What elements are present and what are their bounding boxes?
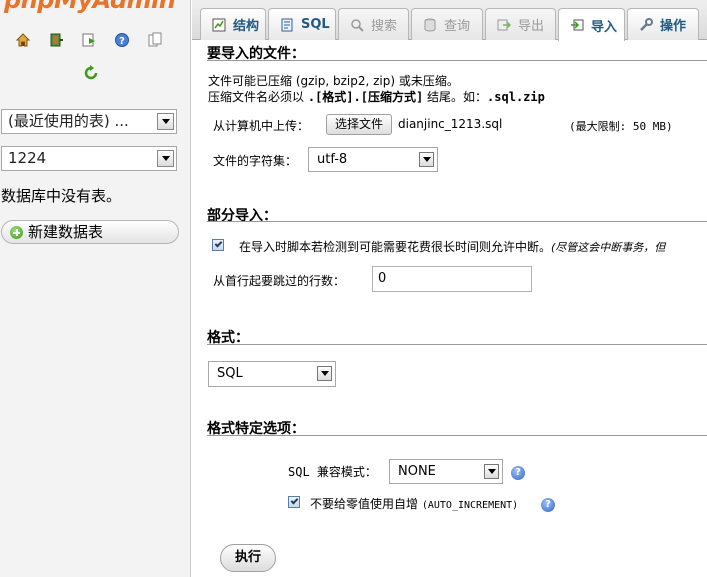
new-table-button[interactable]: 新建数据表 (1, 220, 179, 244)
svg-text:?: ? (119, 36, 125, 47)
skip-rows-label: 从首行起要跳过的行数： (213, 274, 346, 288)
chevron-down-icon (484, 464, 499, 479)
tab-sql[interactable]: SQL (268, 8, 336, 40)
tab-label: 查询 (444, 19, 471, 34)
no-auto-increment-checkbox[interactable] (288, 496, 300, 508)
no-auto-increment-text: 不要给零值使用自增 (310, 497, 419, 511)
tab-label: 导出 (518, 19, 545, 34)
phpmyadmin-logo[interactable]: phpMyAdmin (4, 0, 176, 14)
tab-bar: 结构 SQL 搜索 查询 导出 导入 操作 (192, 0, 707, 41)
no-auto-increment-label: 不要给零值使用自增 (AUTO_INCREMENT) (310, 495, 518, 512)
section-divider (207, 435, 707, 436)
format-select[interactable]: SQL (208, 361, 336, 387)
compression-info: 文件可能已压缩 (gzip, bzip2, zip) 或未压缩。 (208, 74, 459, 88)
section-divider (207, 221, 707, 222)
main-panel: 结构 SQL 搜索 查询 导出 导入 操作 要导入的文件： 文件可能已压缩 (g… (192, 0, 707, 577)
logo-main: MyAdmin (53, 0, 176, 14)
allow-interrupt-text: 在导入时脚本若检测到可能需要花费很长时间则允许中断。 (239, 240, 552, 254)
documentation-icon[interactable] (146, 31, 164, 49)
docs-icon[interactable]: ? (113, 31, 131, 49)
tab-search[interactable]: 搜索 (338, 8, 409, 40)
sql-compat-label: SQL 兼容模式： (288, 463, 377, 480)
tab-label: 操作 (660, 19, 687, 34)
skip-rows-input[interactable]: 0 (372, 266, 532, 292)
tab-structure[interactable]: 结构 (200, 8, 266, 40)
sql-compat-select-value: NONE (398, 464, 436, 479)
plus-icon (10, 226, 23, 239)
section-divider (207, 60, 707, 61)
selected-file-name: dianjinc_1213.sql (398, 117, 503, 131)
recent-tables-select[interactable]: (最近使用的表) ... (1, 109, 177, 134)
section-divider (207, 344, 707, 345)
home-icon[interactable] (14, 31, 32, 49)
database-select-value: 1224 (8, 149, 47, 167)
recent-tables-select-value: (最近使用的表) ... (8, 112, 129, 130)
import-icon (569, 17, 585, 33)
no-auto-increment-code: (AUTO_INCREMENT) (421, 500, 519, 511)
compression-format-pattern: .[格式].[压缩方式] (307, 90, 424, 104)
no-tables-message: 数据库中没有表。 (1, 187, 122, 205)
allow-interrupt-checkbox[interactable] (212, 239, 224, 251)
no-auto-increment-help-icon[interactable]: ? (541, 498, 555, 512)
compression-example-label: 结尾。如： (427, 90, 488, 104)
tab-query[interactable]: 查询 (411, 8, 483, 40)
new-table-button-label: 新建数据表 (28, 223, 104, 241)
sql-compat-select[interactable]: NONE (389, 459, 503, 484)
navigation-panel: phpMyAdmin ? (最近使用的表) ... 1224 数据库中没有表。 … (0, 0, 191, 577)
charset-label: 文件的字符集： (213, 154, 298, 168)
max-upload-limit: (最大限制: 50 MB) (569, 120, 673, 133)
compression-format-text: 压缩文件名必须以 (208, 90, 305, 104)
sql-icon (279, 17, 295, 33)
tab-import[interactable]: 导入 (558, 8, 625, 41)
upload-label: 从计算机中上传： (213, 119, 310, 133)
compression-format-info: 压缩文件名必须以 .[格式].[压缩方式] 结尾。如：.sql.zip (208, 88, 545, 105)
query-icon (422, 17, 438, 33)
sql-compat-label-text: SQL 兼容模式： (288, 465, 377, 479)
allow-interrupt-note-tail: 但 (654, 241, 666, 254)
query-window-icon[interactable] (80, 31, 98, 49)
format-select-value: SQL (217, 366, 243, 381)
allow-interrupt-note: (尽管这会中断事务， (551, 241, 655, 254)
chevron-down-icon (157, 113, 174, 130)
tab-label: 导入 (591, 19, 618, 35)
section-title-partial-import: 部分导入： (207, 208, 277, 224)
tab-label: 结构 (233, 19, 260, 34)
tab-label: 搜索 (371, 19, 398, 34)
search-icon (349, 17, 365, 33)
database-select[interactable]: 1224 (1, 146, 177, 171)
exit-icon[interactable] (47, 31, 65, 49)
structure-icon (211, 17, 227, 33)
allow-interrupt-label: 在导入时脚本若检测到可能需要花费很长时间则允许中断。(尽管这会中断事务，但 (239, 238, 665, 255)
charset-select[interactable]: utf-8 (308, 147, 438, 172)
reload-icon[interactable] (82, 64, 100, 82)
charset-select-value: utf-8 (317, 152, 348, 167)
compression-example: .sql.zip (487, 90, 545, 104)
tab-operations[interactable]: 操作 (627, 8, 699, 40)
choose-file-button[interactable]: 选择文件 (326, 114, 392, 135)
nav-icon-bar: ? (14, 31, 164, 49)
go-button[interactable]: 执行 (220, 544, 276, 572)
sql-compat-help-icon[interactable]: ? (511, 466, 525, 480)
operations-icon (638, 17, 654, 33)
chevron-down-icon (317, 366, 332, 381)
tab-export[interactable]: 导出 (485, 8, 556, 40)
tab-label: SQL (301, 17, 330, 32)
chevron-down-icon (157, 150, 174, 167)
chevron-down-icon (419, 152, 434, 167)
logo-prefix: php (4, 0, 54, 14)
export-icon (496, 17, 512, 33)
